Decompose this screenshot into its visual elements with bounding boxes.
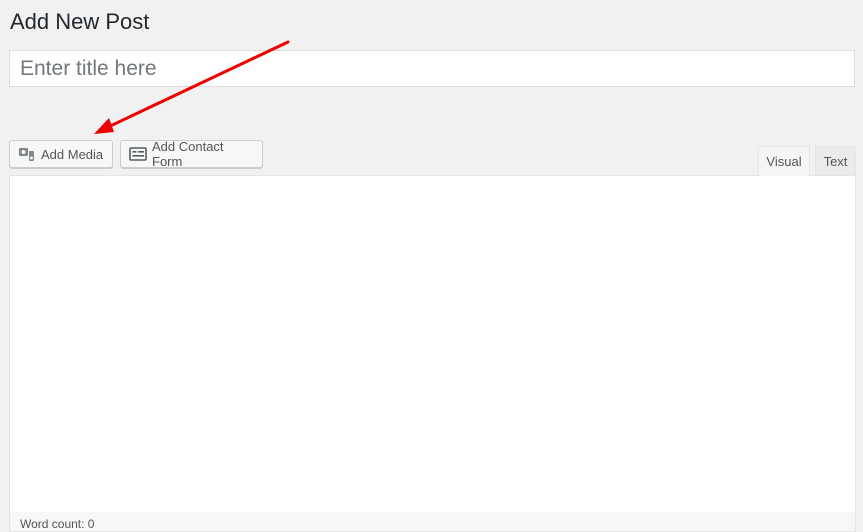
post-title-input[interactable] [9,50,855,87]
editor-status-bar: Word count: 0 [9,512,856,532]
form-icon [129,146,147,162]
page-title: Add New Post [10,9,150,34]
word-count: Word count: 0 [20,517,95,531]
tab-text[interactable]: Text [815,146,856,175]
media-icon [18,146,36,162]
post-content-editor[interactable] [9,175,856,513]
add-contact-form-label: Add Contact Form [152,139,224,169]
add-media-label: Add Media [41,146,104,162]
add-contact-form-button[interactable]: Add Contact Form [120,139,263,169]
tab-visual[interactable]: Visual [758,146,810,176]
add-media-button[interactable]: Add Media [9,140,113,168]
